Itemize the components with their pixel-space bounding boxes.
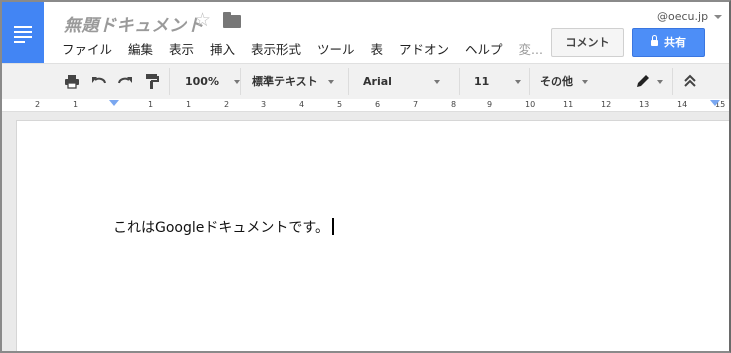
menu-help[interactable]: ヘルプ — [465, 42, 503, 57]
print-icon[interactable] — [64, 73, 80, 89]
ruler-label: 2 — [224, 100, 230, 109]
chevron-down-icon — [433, 80, 440, 84]
header: 無題ドキュメント ☆ ファイル 編集 表示 挿入 表示形式 ツール 表 アドオン… — [2, 2, 729, 63]
ruler-label: 2 — [35, 100, 41, 109]
edit-mode-pencil-icon[interactable] — [635, 73, 651, 89]
document-title[interactable]: 無題ドキュメント — [64, 11, 204, 36]
menu-file[interactable]: ファイル — [62, 42, 112, 57]
zoom-select[interactable]: 100% — [185, 64, 240, 99]
menu-tools[interactable]: ツール — [317, 42, 355, 57]
ruler-label: 7 — [413, 100, 419, 109]
lock-icon — [651, 35, 658, 46]
share-button[interactable]: 共有 — [632, 28, 705, 57]
document-page[interactable]: これはGoogleドキュメントです。 — [16, 120, 729, 351]
app-window: 無題ドキュメント ☆ ファイル 編集 表示 挿入 表示形式 ツール 表 アドオン… — [0, 0, 731, 353]
chevron-down-icon — [327, 80, 334, 84]
chevron-down-icon — [515, 80, 522, 84]
ruler-label: 1 — [148, 100, 154, 109]
ruler-label: 13 — [639, 100, 650, 109]
right-indent-marker[interactable] — [710, 100, 720, 106]
account-email[interactable]: @oecu.jp — [657, 10, 722, 23]
menu-format[interactable]: 表示形式 — [251, 42, 301, 57]
menu-view[interactable]: 表示 — [169, 42, 194, 57]
ruler-label: 14 — [677, 100, 688, 109]
star-icon[interactable]: ☆ — [194, 9, 211, 31]
toolbar-separator — [529, 68, 530, 95]
toolbar-separator — [169, 68, 170, 95]
menu-insert[interactable]: 挿入 — [210, 42, 235, 57]
collapse-toolbar-icon[interactable] — [683, 73, 697, 89]
zoom-value: 100% — [185, 75, 219, 88]
ruler-label: 1 — [186, 100, 192, 109]
font-value: Arial — [363, 75, 392, 88]
redo-icon[interactable] — [117, 73, 133, 89]
ruler-label: 1 — [73, 100, 79, 109]
font-select[interactable]: Arial — [363, 64, 440, 99]
menu-bar: ファイル 編集 表示 挿入 表示形式 ツール 表 アドオン ヘルプ 変... — [62, 39, 555, 58]
toolbar-separator — [459, 68, 460, 95]
chevron-down-icon — [582, 80, 588, 84]
toolbar-separator — [240, 68, 241, 95]
ruler-label: 10 — [525, 100, 536, 109]
folder-icon[interactable] — [223, 12, 241, 28]
toolbar-separator — [348, 68, 349, 95]
menu-edit[interactable]: 編集 — [128, 42, 153, 57]
ruler-label: 6 — [375, 100, 381, 109]
ruler-label: 9 — [487, 100, 493, 109]
menu-last-edit[interactable]: 変... — [519, 42, 543, 57]
toolbar-separator — [672, 68, 673, 95]
document-canvas: これはGoogleドキュメントです。 — [2, 112, 729, 351]
more-value: その他 — [540, 75, 573, 88]
ruler-label: 5 — [337, 100, 343, 109]
ruler-label: 8 — [451, 100, 457, 109]
style-select[interactable]: 標準テキスト — [252, 64, 334, 99]
style-value: 標準テキスト — [252, 75, 318, 88]
ruler-label: 12 — [601, 100, 612, 109]
more-select[interactable]: その他 — [540, 64, 588, 99]
toolbar: 100% 標準テキスト Arial 11 その他 — [2, 63, 729, 100]
body-text: これはGoogleドキュメントです。 — [113, 220, 329, 236]
font-size-value: 11 — [474, 75, 490, 88]
menu-addons[interactable]: アドオン — [399, 42, 449, 57]
docs-home-button[interactable] — [2, 2, 44, 63]
ruler-label: 11 — [563, 100, 574, 109]
undo-icon[interactable] — [91, 73, 107, 89]
share-label: 共有 — [664, 36, 686, 49]
paint-format-icon[interactable] — [144, 73, 160, 89]
comment-button[interactable]: コメント — [551, 28, 624, 57]
ruler-label: 3 — [261, 100, 267, 109]
font-size-select[interactable]: 11 — [474, 64, 522, 99]
document-body[interactable]: これはGoogleドキュメントです。 — [113, 217, 334, 237]
ruler: 2 1 1 1 2 3 4 5 6 7 8 9 10 11 12 13 14 1… — [2, 99, 729, 112]
menu-table[interactable]: 表 — [371, 42, 384, 57]
text-cursor — [331, 218, 334, 235]
ruler-label: 4 — [299, 100, 305, 109]
docs-logo-icon — [14, 26, 32, 46]
left-indent-marker[interactable] — [109, 100, 119, 106]
chevron-down-icon[interactable] — [657, 80, 663, 84]
